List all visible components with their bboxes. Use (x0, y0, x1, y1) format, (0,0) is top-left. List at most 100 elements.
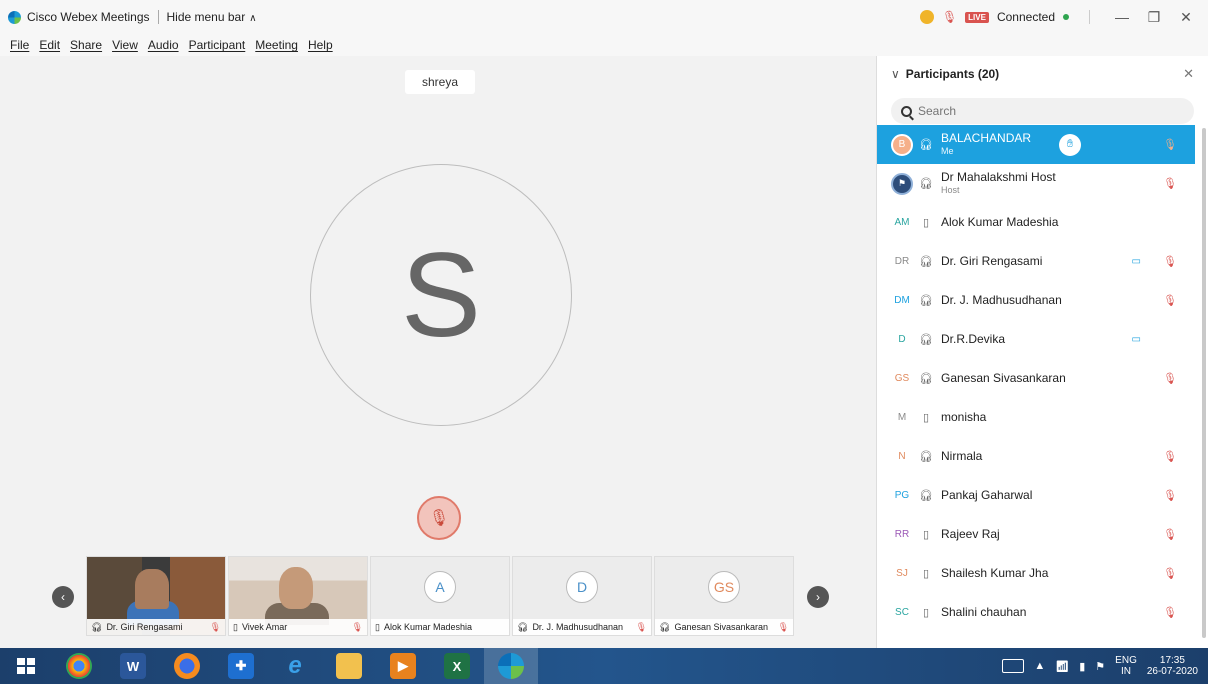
avatar: DM (894, 295, 910, 306)
menu-audio[interactable]: Audio (148, 38, 179, 52)
participant-row[interactable]: PG 🎧︎ Pankaj Gaharwal 🎙︎ (877, 476, 1195, 515)
taskbar-app-defender[interactable]: ✚ (214, 648, 268, 684)
language-indicator[interactable]: ENG IN (1115, 655, 1137, 678)
phone-icon: ▯ (922, 412, 930, 424)
participant-name: Ganesan Sivasankaran (941, 370, 1066, 385)
mic-muted-icon[interactable]: 🎙︎ (1163, 528, 1177, 541)
mic-muted-icon[interactable]: 🎙︎ (1163, 372, 1177, 385)
participant-name-block: Nirmala (941, 449, 982, 463)
mic-muted-icon[interactable]: 🎙︎ (1163, 177, 1177, 190)
participant-row[interactable]: AM ▯ Alok Kumar Madeshia (877, 203, 1195, 242)
participant-row[interactable]: N 🎧︎ Nirmala 🎙︎ (877, 437, 1195, 476)
menu-participant[interactable]: Participant (189, 38, 246, 52)
divider (1089, 10, 1090, 24)
participant-row[interactable]: DR 🎧︎ Dr. Giri Rengasami ▭ 🎙︎ (877, 242, 1195, 281)
mic-muted-icon[interactable]: 🎙︎ (1163, 138, 1177, 151)
word-icon: W (120, 653, 146, 679)
menu-meeting[interactable]: Meeting (255, 38, 298, 52)
hide-menu-label: Hide menu bar (166, 10, 246, 24)
participant-row[interactable]: SJ ▯ Shailesh Kumar Jha 🎙︎ (877, 554, 1195, 593)
scrollbar[interactable] (1202, 128, 1206, 638)
titlebar-status: 🎙︎ LIVE Connected — ❐ ✕ (919, 0, 1198, 34)
menu-share[interactable]: Share (70, 38, 102, 52)
search-input[interactable] (918, 104, 1118, 118)
taskbar-app-webex[interactable] (484, 648, 538, 684)
raise-hand-icon[interactable]: ✋︎ (1059, 133, 1081, 156)
start-button[interactable] (0, 648, 52, 684)
headset-icon: 🎧︎ (919, 139, 933, 151)
network-icon[interactable]: 📶︎ (1055, 660, 1069, 673)
participant-row[interactable]: B 🎧︎ BALACHANDAR Me ✋︎ 🎙︎ (877, 125, 1195, 164)
mic-muted-icon: 🎙︎ (428, 510, 450, 527)
taskbar-app-ie[interactable]: e (268, 648, 322, 684)
participant-row[interactable]: GS 🎧︎ Ganesan Sivasankaran 🎙︎ (877, 359, 1195, 398)
strip-prev-button[interactable]: ‹ (52, 586, 74, 608)
mute-button[interactable]: 🎙︎ (417, 496, 461, 540)
menu-edit[interactable]: Edit (39, 38, 60, 52)
thumbnail-name: Alok Kumar Madeshia (383, 622, 472, 632)
show-hidden-icons-icon[interactable]: ▲ (1034, 660, 1045, 672)
participant-name: Shailesh Kumar Jha (941, 565, 1049, 580)
participant-row[interactable]: SC ▯ Shalini chauhan 🎙︎ (877, 593, 1195, 632)
notification-icon[interactable] (919, 10, 934, 24)
hide-menu-bar-button[interactable]: Hide menu bar ∧ (167, 10, 257, 24)
taskbar-app-chrome[interactable] (52, 648, 106, 684)
clock[interactable]: 17:35 26-07-2020 (1147, 655, 1198, 678)
search-icon (901, 105, 912, 117)
keyboard-icon[interactable] (1002, 659, 1025, 673)
mic-muted-icon: 🎙︎ (351, 621, 363, 632)
participant-row[interactable]: D 🎧︎ Dr.R.Devika ▭ (877, 320, 1195, 359)
chevron-down-icon[interactable]: ∨ (891, 67, 900, 81)
live-badge[interactable]: LIVE (965, 11, 989, 23)
avatar: DR (894, 256, 910, 267)
menu-view[interactable]: View (112, 38, 138, 52)
menu-help[interactable]: Help (308, 38, 333, 52)
restore-icon[interactable]: ❐ (1142, 9, 1166, 26)
mic-muted-icon[interactable]: 🎙︎ (1163, 606, 1177, 619)
headset-icon: 🎧︎ (919, 373, 933, 385)
search-box[interactable] (891, 98, 1194, 124)
system-tray: ▲ 📶︎ ▮ ⚑ ENG IN 17:35 26-07-2020 (1002, 648, 1198, 684)
folder-icon (336, 653, 362, 679)
avatar: AM (894, 217, 910, 228)
chevron-up-icon: ∧ (249, 13, 257, 24)
avatar: GS (708, 571, 740, 603)
close-icon[interactable]: ✕ (1174, 9, 1198, 26)
participant-row[interactable]: ⚑ 🎧︎ Dr Mahalakshmi Host Host 🎙︎ (877, 164, 1195, 203)
battery-icon[interactable]: ▮ (1079, 660, 1085, 673)
strip-next-button[interactable]: › (807, 586, 829, 608)
participant-row[interactable]: M ▯ monisha (877, 398, 1195, 437)
thumbnail-label: ▯ Alok Kumar Madeshia (371, 619, 509, 635)
phone-icon: ▯ (922, 607, 930, 619)
mic-muted-icon[interactable]: 🎙︎ (1163, 294, 1177, 307)
headset-icon: 🎧︎ (659, 621, 671, 632)
avatar-thumbnail[interactable]: A ▯ Alok Kumar Madeshia (370, 556, 510, 636)
video-thumbnail[interactable]: ▯ Vivek Amar 🎙︎ (228, 556, 368, 636)
mic-muted-icon[interactable]: 🎙︎ (942, 10, 957, 24)
avatar-thumbnail[interactable]: GS 🎧︎ Ganesan Sivasankaran 🎙︎ (654, 556, 794, 636)
participant-row[interactable]: RR ▯ Rajeev Raj 🎙︎ (877, 515, 1195, 554)
app-title: Cisco Webex Meetings (27, 10, 150, 24)
shield-icon: ✚ (228, 653, 254, 679)
avatar-thumbnail[interactable]: D 🎧︎ Dr. J. Madhusudhanan 🎙︎ (512, 556, 652, 636)
mic-muted-icon[interactable]: 🎙︎ (1163, 450, 1177, 463)
taskbar-app-word[interactable]: W (106, 648, 160, 684)
mic-muted-icon[interactable]: 🎙︎ (1163, 567, 1177, 580)
taskbar-app-excel[interactable]: X (430, 648, 484, 684)
taskbar-app-media[interactable]: ▶ (376, 648, 430, 684)
participant-name: Alok Kumar Madeshia (941, 214, 1059, 229)
avatar: ⚑ (891, 172, 913, 195)
taskbar-app-explorer[interactable] (322, 648, 376, 684)
participant-name: Pankaj Gaharwal (941, 487, 1033, 502)
minimize-icon[interactable]: — (1110, 9, 1134, 25)
flag-icon[interactable]: ⚑ (1095, 660, 1105, 673)
taskbar-app-firefox[interactable] (160, 648, 214, 684)
close-panel-icon[interactable]: ✕ (1183, 66, 1194, 82)
mic-muted-icon[interactable]: 🎙︎ (1163, 489, 1177, 502)
participant-row[interactable]: DM 🎧︎ Dr. J. Madhusudhanan 🎙︎ (877, 281, 1195, 320)
menu-file[interactable]: File (10, 38, 29, 52)
video-thumbnail[interactable]: 🎧︎ Dr. Giri Rengasami 🎙︎ (86, 556, 226, 636)
phone-icon: ▯ (922, 217, 930, 229)
mic-muted-icon[interactable]: 🎙︎ (1163, 255, 1177, 268)
video-feed (279, 567, 313, 609)
